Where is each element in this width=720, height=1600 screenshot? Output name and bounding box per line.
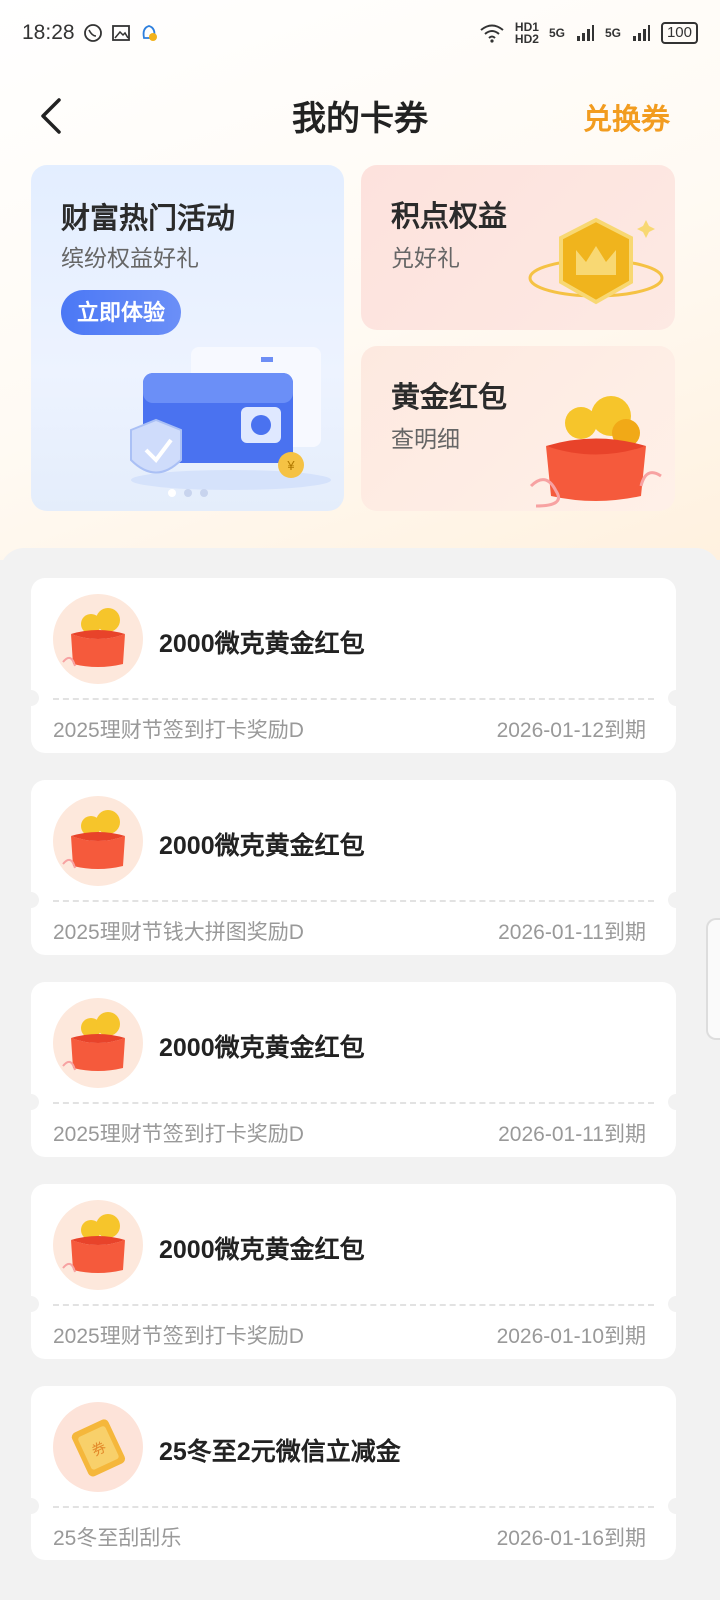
side-drawer-handle[interactable] bbox=[706, 918, 720, 1040]
coupon-source: 2025理财节签到打卡奖励D bbox=[53, 1325, 304, 1348]
red-envelope-icon bbox=[53, 594, 143, 684]
red-envelope-icon bbox=[53, 1200, 143, 1290]
coupon-divider bbox=[53, 1102, 654, 1104]
banner-title: 财富热门活动 bbox=[61, 203, 236, 235]
gold-envelope-subtitle: 查明细 bbox=[391, 426, 460, 452]
carousel-dot bbox=[183, 489, 192, 497]
call-icon bbox=[83, 24, 102, 42]
coupon-card[interactable]: 2000微克黄金红包 2025理财节签到打卡奖励D 2026-01-10到期 bbox=[23, 1184, 684, 1359]
coupon-card[interactable]: 2000微克黄金红包 2025理财节钱大拼图奖励D 2026-01-11到期 bbox=[23, 780, 684, 955]
signal-icon-2 bbox=[632, 25, 650, 41]
signal-icon-1 bbox=[576, 25, 594, 41]
chevron-left-icon bbox=[41, 98, 61, 134]
app-notification-icon bbox=[142, 25, 157, 41]
coupon-title: 2000微克黄金红包 bbox=[159, 630, 365, 658]
back-button[interactable] bbox=[28, 94, 72, 138]
coupon-expiry: 2026-01-11到期 bbox=[498, 921, 646, 944]
gold-ticket-icon: 券 bbox=[53, 1402, 143, 1492]
status-right: HD1 HD2 5G 5G 100 bbox=[479, 21, 698, 45]
wifi-icon bbox=[480, 24, 504, 43]
coupon-divider bbox=[53, 900, 654, 902]
red-envelope-icon bbox=[53, 998, 143, 1088]
nav-header: 我的卡券 兑换券 bbox=[0, 80, 720, 150]
coupon-card[interactable]: 券 25冬至2元微信立减金 25冬至刮刮乐 2026-01-16到期 bbox=[23, 1386, 684, 1560]
5g-label-1: 5G bbox=[548, 26, 565, 40]
gallery-icon bbox=[111, 25, 130, 41]
red-envelope-gold-icon bbox=[529, 396, 662, 508]
status-left: 18:28 bbox=[22, 21, 159, 45]
battery-icon: 100 bbox=[660, 22, 698, 44]
coupon-title: 2000微克黄金红包 bbox=[159, 1034, 365, 1062]
coupon-divider bbox=[53, 698, 654, 700]
coupon-expiry: 2026-01-10到期 bbox=[496, 1325, 646, 1348]
gold-envelope-title: 黄金红包 bbox=[391, 382, 508, 414]
status-time: 18:28 bbox=[22, 21, 75, 44]
coupon-expiry: 2026-01-11到期 bbox=[498, 1123, 646, 1146]
gold-red-envelope-card[interactable]: 黄金红包 查明细 bbox=[361, 346, 675, 511]
coupon-title: 25冬至2元微信立减金 bbox=[159, 1438, 401, 1466]
carousel-dot bbox=[167, 489, 176, 497]
coupon-divider bbox=[53, 1304, 654, 1306]
hd2-label: HD2 bbox=[514, 32, 539, 46]
svg-text:¥: ¥ bbox=[286, 458, 295, 473]
coupon-divider bbox=[53, 1506, 654, 1508]
wealth-activity-banner[interactable]: 财富热门活动 缤纷权益好礼 立即体验 ¥ bbox=[31, 165, 344, 511]
banner-subtitle: 缤纷权益好礼 bbox=[61, 245, 199, 271]
coupon-source: 25冬至刮刮乐 bbox=[53, 1527, 182, 1550]
points-title: 积点权益 bbox=[391, 201, 508, 233]
coupon-card[interactable]: 2000微克黄金红包 2025理财节签到打卡奖励D 2026-01-12到期 bbox=[23, 578, 684, 753]
coupon-expiry: 2026-01-16到期 bbox=[496, 1527, 646, 1550]
coupon-title: 2000微克黄金红包 bbox=[159, 1236, 365, 1264]
carousel-dot bbox=[199, 489, 208, 497]
status-bar: 18:28 HD1 HD2 5G 5G 100 bbox=[0, 0, 720, 66]
exchange-coupon-button[interactable]: 兑换券 bbox=[583, 96, 670, 138]
coupon-title: 2000微克黄金红包 bbox=[159, 832, 365, 860]
gold-crown-badge-icon bbox=[528, 217, 664, 305]
coupon-card[interactable]: 2000微克黄金红包 2025理财节签到打卡奖励D 2026-01-11到期 bbox=[23, 982, 684, 1157]
red-envelope-icon bbox=[53, 796, 143, 886]
page-title: 我的卡券 bbox=[292, 99, 428, 138]
coupon-source: 2025理财节签到打卡奖励D bbox=[53, 719, 304, 742]
hd-indicator: HD1 HD2 bbox=[515, 21, 539, 45]
try-now-button[interactable]: 立即体验 bbox=[61, 290, 181, 335]
wallet-illustration-icon: ¥ bbox=[130, 347, 331, 490]
coupon-source: 2025理财节钱大拼图奖励D bbox=[53, 921, 304, 944]
carousel-dots bbox=[31, 489, 344, 497]
coupon-expiry: 2026-01-12到期 bbox=[496, 719, 646, 742]
5g-label-2: 5G bbox=[604, 26, 621, 40]
coupon-source: 2025理财节签到打卡奖励D bbox=[53, 1123, 304, 1146]
points-subtitle: 兑好礼 bbox=[391, 245, 460, 271]
points-benefits-card[interactable]: 积点权益 兑好礼 bbox=[361, 165, 675, 330]
